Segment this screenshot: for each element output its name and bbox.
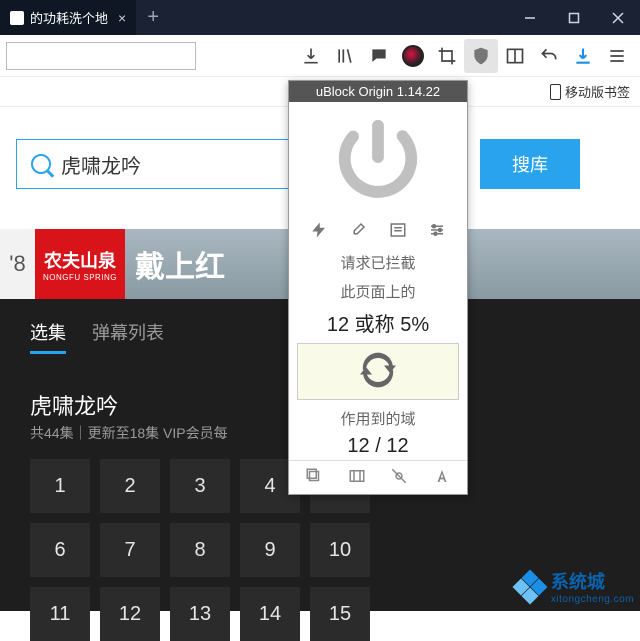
menu-icon[interactable] [600, 39, 634, 73]
chat-icon[interactable] [362, 39, 396, 73]
tab-episodes[interactable]: 选集 [30, 319, 66, 354]
watermark-url: xitongcheng.com [551, 594, 634, 605]
banner-brand: 农夫山泉 NONGFU SPRING [35, 229, 125, 299]
new-tab-button[interactable]: + [136, 0, 170, 35]
ublock-tool-row [289, 215, 467, 248]
ublock-power-button[interactable] [289, 102, 467, 215]
ublock-footer-row [289, 460, 467, 494]
window-titlebar: 的功耗洗个地 × + [0, 0, 640, 35]
watermark-name: 系统城 [551, 572, 605, 592]
window-maximize-button[interactable] [552, 0, 596, 35]
episode-item[interactable]: 13 [170, 587, 230, 641]
episode-item[interactable]: 1 [30, 459, 90, 513]
window-close-button[interactable] [596, 0, 640, 35]
ublock-popup: uBlock Origin 1.14.22 请求已拦截 此页面上的 12 或称 … [288, 80, 468, 495]
sliders-icon[interactable] [428, 221, 446, 242]
episode-item[interactable]: 3 [170, 459, 230, 513]
search-icon [31, 154, 51, 174]
ublock-domain-stat: 12 / 12 [289, 433, 467, 460]
episode-item[interactable]: 9 [240, 523, 300, 577]
download-icon[interactable] [294, 39, 328, 73]
banner-left-number: '8 [0, 229, 35, 299]
tab-close-icon[interactable]: × [118, 10, 126, 26]
ublock-blocked-label: 请求已拦截 [289, 248, 467, 277]
fonts-icon[interactable] [433, 467, 451, 488]
banner-brand-cn: 农夫山泉 [44, 247, 116, 273]
video-meta: 共44集｜更新至18集 VIP会员每 [30, 423, 228, 443]
watermark-logo-icon [515, 572, 545, 602]
tab-favicon-icon [10, 11, 24, 25]
episode-item[interactable]: 11 [30, 587, 90, 641]
eyedropper-icon[interactable] [349, 221, 367, 242]
episode-item[interactable]: 15 [310, 587, 370, 641]
browser-toolbar [0, 35, 640, 77]
ublock-domain-label: 作用到的域 [289, 404, 467, 433]
save-download-icon[interactable] [566, 39, 600, 73]
undo-icon[interactable] [532, 39, 566, 73]
ublock-page-label: 此页面上的 [289, 277, 467, 306]
site-search-button[interactable]: 搜库 [480, 139, 580, 189]
video-tabs: 选集 弹幕列表 [30, 319, 164, 354]
tab-title: 的功耗洗个地 [30, 8, 108, 27]
popups-icon[interactable] [305, 467, 323, 488]
sidebar-icon[interactable] [498, 39, 532, 73]
watermark: 系统城 xitongcheng.com [515, 568, 634, 605]
episode-item[interactable]: 12 [100, 587, 160, 641]
episode-item[interactable]: 6 [30, 523, 90, 577]
episode-item[interactable]: 14 [240, 587, 300, 641]
episode-item[interactable]: 7 [100, 523, 160, 577]
url-input[interactable] [6, 42, 196, 70]
window-minimize-button[interactable] [508, 0, 552, 35]
banner-brand-en: NONGFU SPRING [43, 273, 117, 282]
ublock-extension-icon[interactable] [464, 39, 498, 73]
ublock-header: uBlock Origin 1.14.22 [289, 81, 467, 102]
tab-danmu[interactable]: 弹幕列表 [92, 319, 164, 354]
episode-item[interactable]: 10 [310, 523, 370, 577]
log-icon[interactable] [389, 221, 407, 242]
episode-item[interactable]: 8 [170, 523, 230, 577]
cosmetic-icon[interactable] [390, 467, 408, 488]
mobile-icon [550, 84, 561, 100]
video-title: 虎啸龙吟 [30, 389, 118, 421]
crop-icon[interactable] [430, 39, 464, 73]
ublock-page-stat: 12 或称 5% [289, 306, 467, 339]
library-icon[interactable] [328, 39, 362, 73]
episode-item[interactable]: 2 [100, 459, 160, 513]
zap-icon[interactable] [310, 221, 328, 242]
ublock-refresh-button[interactable] [297, 343, 459, 400]
media-icon[interactable] [348, 467, 366, 488]
bookmark-mobile[interactable]: 移动版书签 [565, 82, 630, 101]
camera-lens-icon[interactable] [396, 39, 430, 73]
browser-tab[interactable]: 的功耗洗个地 × [0, 0, 136, 35]
